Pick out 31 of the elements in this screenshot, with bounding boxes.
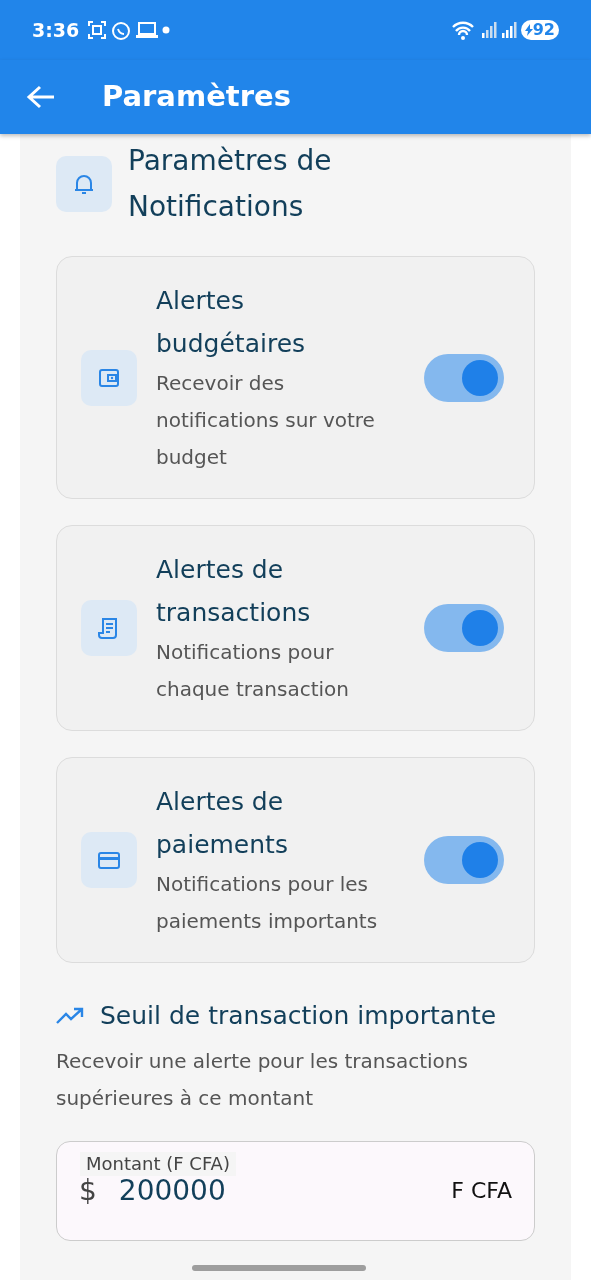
page-title: Paramètres: [102, 78, 291, 116]
chat-icon: [111, 19, 133, 41]
alert-description: Notifications pour les paiements importants: [156, 871, 379, 935]
status-time: 3:36: [32, 17, 80, 43]
threshold-description: Recevoir une alerte pour les transactions supérieures à ce montant: [56, 1047, 469, 1112]
trending-up-icon: [56, 1006, 84, 1025]
dot-icon: [162, 26, 171, 34]
section-title: Paramètres de Notifications: [128, 143, 333, 225]
credit-card-icon: [98, 849, 120, 871]
alert-title: Alertes budgétaires: [156, 285, 307, 360]
battery-indicator: 92: [520, 20, 559, 40]
back-arrow-icon: [26, 84, 56, 110]
alert-description: Recevoir des notifications sur votre budget: [156, 370, 376, 471]
back-button[interactable]: [26, 84, 56, 110]
laptop-icon: [136, 21, 159, 39]
alert-title: Alertes de transactions: [156, 554, 312, 629]
bolt-icon: [524, 24, 533, 36]
signal-icon: [500, 21, 517, 39]
alert-description: Notifications pour chaque transaction: [156, 639, 350, 703]
threshold-title: Seuil de transaction importante: [100, 1000, 497, 1032]
toggle-switch[interactable]: [424, 836, 504, 884]
wallet-icon: [98, 366, 120, 389]
receipt-icon: [98, 617, 120, 639]
alert-title: Alertes de paiements: [156, 786, 289, 861]
signal-icon: [480, 21, 497, 39]
currency-suffix: F CFA: [451, 1177, 512, 1205]
bell-icon: [73, 172, 95, 196]
field-label: Montant (F CFA): [80, 1151, 236, 1176]
toggle-switch[interactable]: [424, 353, 504, 402]
toggle-switch[interactable]: [424, 604, 504, 652]
screenshot-icon: [87, 20, 108, 40]
